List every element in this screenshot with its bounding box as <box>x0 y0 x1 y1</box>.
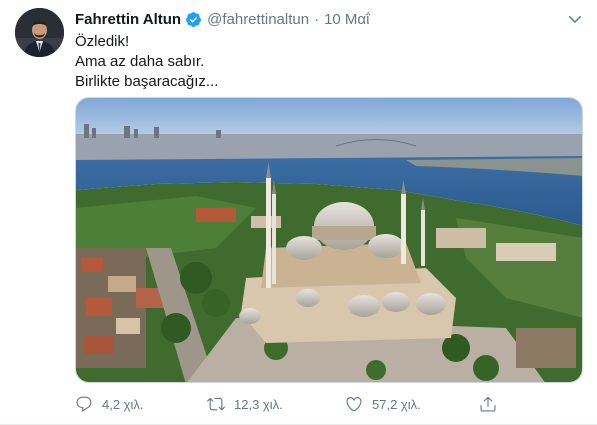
author-handle[interactable]: @fahrettinaltun <box>207 11 309 28</box>
retweet-count: 12,3 χιλ. <box>234 396 283 412</box>
avatar[interactable] <box>15 8 64 57</box>
tweet-text-line: Birlikte başaracağız... <box>75 73 219 90</box>
tweet-text: Özledik! Ama az daha sabır. Birlikte baş… <box>75 32 218 92</box>
share-button[interactable] <box>479 393 506 415</box>
reply-icon <box>76 396 92 412</box>
heart-icon <box>346 397 362 412</box>
tweet-text-line: Özledik! <box>75 33 130 50</box>
chevron-down-icon[interactable] <box>566 10 584 28</box>
retweet-button[interactable]: 12,3 χιλ. <box>207 393 283 415</box>
separator-dot: · <box>314 10 320 28</box>
tweet-actions: 4,2 χιλ. 12,3 χιλ. 57,2 χιλ. <box>75 393 505 415</box>
tweet-text-line: Ama az daha sabır. <box>75 53 205 70</box>
verified-badge-icon <box>185 11 202 28</box>
author-name[interactable]: Fahrettin Altun <box>75 11 181 28</box>
share-icon <box>480 396 496 412</box>
like-button[interactable]: 57,2 χιλ. <box>345 393 421 415</box>
tweet-photo[interactable] <box>75 97 583 383</box>
tweet-header: Fahrettin Altun @fahrettinaltun · 10 Μαΐ <box>75 9 369 29</box>
reply-button[interactable]: 4,2 χιλ. <box>75 393 144 415</box>
tweet-date[interactable]: 10 Μαΐ <box>324 11 369 28</box>
like-count: 57,2 χιλ. <box>372 396 421 412</box>
retweet-icon <box>207 397 225 411</box>
reply-count: 4,2 χιλ. <box>102 396 144 412</box>
tweet-card[interactable]: Fahrettin Altun @fahrettinaltun · 10 Μαΐ… <box>0 0 597 425</box>
